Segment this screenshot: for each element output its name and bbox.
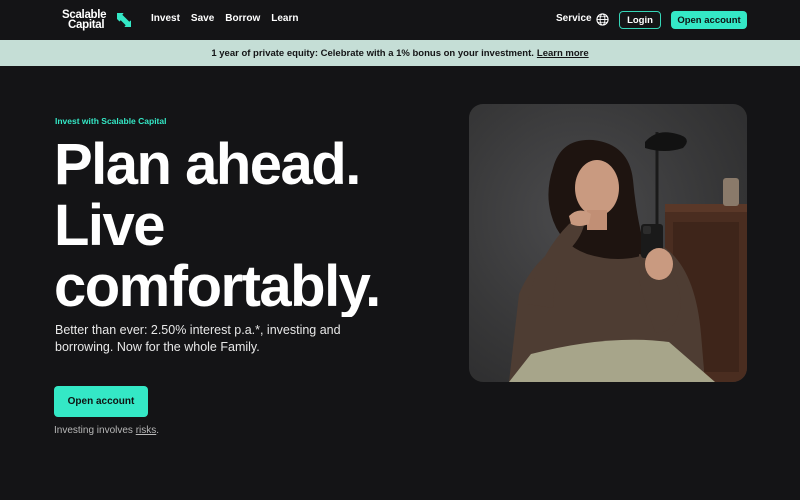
top-navigation: Scalable Capital Invest Save Borrow Lear… <box>0 0 800 40</box>
open-account-nav-button[interactable]: Open account <box>671 11 747 29</box>
logo-line2: Capital <box>68 19 105 31</box>
globe-icon[interactable] <box>596 13 609 26</box>
risk-disclaimer: Investing involves risks. <box>54 425 159 436</box>
hero-eyebrow: Invest with Scalable Capital <box>55 116 167 126</box>
risk-suffix: . <box>156 425 160 436</box>
headline-line3: comfortably. <box>54 254 381 317</box>
login-button[interactable]: Login <box>619 11 661 29</box>
open-account-button[interactable]: Open account <box>54 386 148 417</box>
logo[interactable]: Scalable Capital <box>62 9 132 31</box>
nav-link-save[interactable]: Save <box>191 13 214 24</box>
banner-learn-more-link[interactable]: Learn more <box>537 48 589 59</box>
logo-text: Scalable Capital <box>62 9 112 31</box>
headline-line1: Plan ahead. <box>54 134 361 197</box>
headline-line2: Live <box>54 193 166 258</box>
nav-link-learn[interactable]: Learn <box>271 13 298 24</box>
scalable-logo-icon <box>117 13 131 27</box>
hero-illustration <box>509 132 747 382</box>
hero-subtext: Better than ever: 2.50% interest p.a.*, … <box>55 323 341 354</box>
nav-link-borrow[interactable]: Borrow <box>225 13 260 24</box>
banner-text: 1 year of private equity: Celebrate with… <box>211 47 534 59</box>
promo-banner: 1 year of private equity: Celebrate with… <box>0 40 800 66</box>
nav-links: Invest Save Borrow Learn <box>151 13 299 24</box>
service-link[interactable]: Service <box>556 13 592 24</box>
hero-headline: Plan ahead. Live comfortably. <box>54 134 394 317</box>
risk-prefix: Investing involves <box>54 425 136 436</box>
hero-image <box>469 104 747 382</box>
risks-link[interactable]: risks <box>136 425 157 436</box>
nav-link-invest[interactable]: Invest <box>151 13 180 24</box>
